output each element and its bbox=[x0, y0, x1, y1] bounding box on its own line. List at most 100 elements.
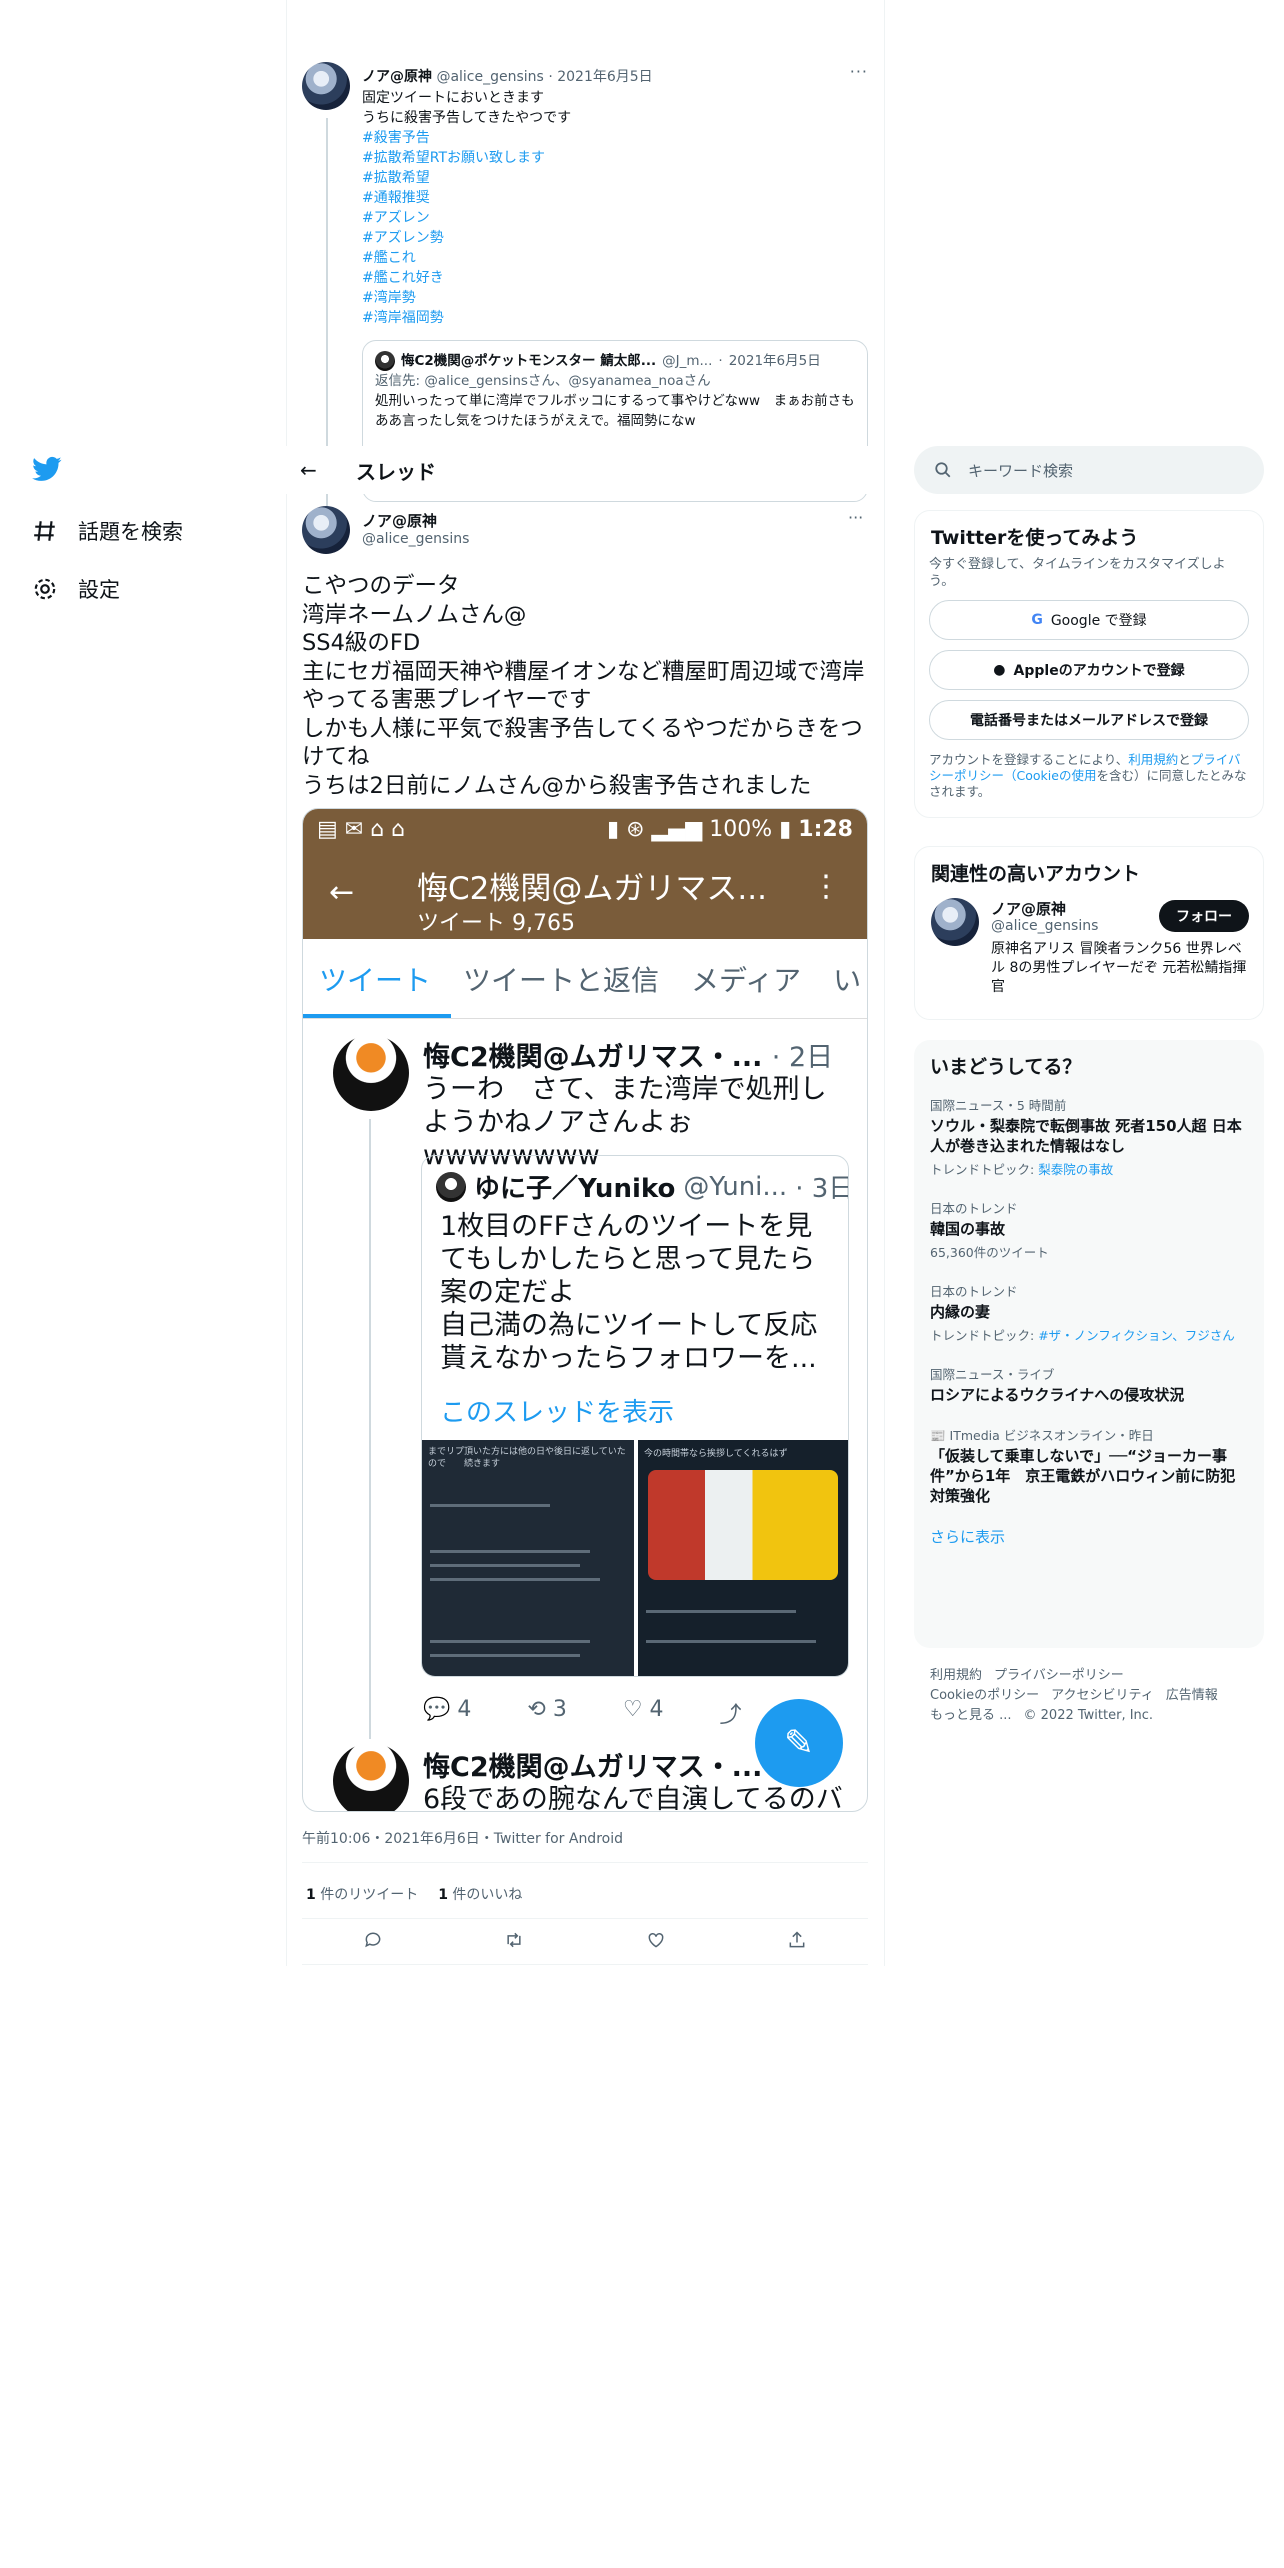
back-arrow-icon[interactable]: ← bbox=[300, 458, 340, 482]
quote-date: 2021年6月5日 bbox=[728, 353, 821, 369]
hashtag-link[interactable]: #拡散希望 bbox=[362, 168, 571, 188]
back-arrow-icon: ← bbox=[329, 875, 355, 910]
quote-image-1: までリプ頂いた方には他の日や後日に返していたので 続きます bbox=[422, 1440, 634, 1676]
author-name: 悔C2機関@ムガリマス・... bbox=[423, 1042, 763, 1073]
cookie-link[interactable]: （Cookieの使用 bbox=[1004, 768, 1096, 783]
hashtag-link[interactable]: #拡散希望RTお願い致します bbox=[362, 148, 571, 168]
trend-topic-link[interactable]: 梨泰院の事故 bbox=[1038, 1162, 1113, 1177]
avatar[interactable] bbox=[302, 62, 350, 110]
hashtag-icon bbox=[34, 521, 55, 541]
footer-link[interactable]: プライバシーポリシー bbox=[994, 1668, 1124, 1683]
footer-link[interactable]: 広告情報 bbox=[1166, 1688, 1218, 1703]
search-input[interactable]: キーワード検索 bbox=[914, 446, 1264, 494]
twitter-logo-icon[interactable] bbox=[32, 454, 62, 484]
footer-link[interactable]: アクセシビリティ bbox=[1051, 1688, 1154, 1703]
trends-card: いまどうしてる？ 国際ニュース・5 時間前 ソウル・梨泰院で転倒事故 死者150… bbox=[914, 1040, 1264, 1648]
image-caption: 今の時間帯なら挨拶してくれるはず bbox=[644, 1449, 788, 1459]
thread-line bbox=[369, 1119, 371, 1739]
gear-icon bbox=[34, 578, 56, 600]
hashtag-link[interactable]: #アズレン勢 bbox=[362, 228, 571, 248]
image-caption: までリプ頂いた方には他の日や後日に返していたので 続きます bbox=[428, 1447, 626, 1469]
quote-author-name: 悔C2機関@ポケットモンスター 鯖太郎... bbox=[401, 353, 657, 369]
trend-item[interactable]: 日本のトレンド 韓国の事故 65,360件のツイート bbox=[914, 1182, 1264, 1265]
like-count-link[interactable]: 1 件のいいね bbox=[438, 1884, 522, 1904]
reply-icon[interactable] bbox=[363, 1930, 383, 1950]
terms-link[interactable]: 利用規約 bbox=[1128, 752, 1178, 767]
tweet-date[interactable]: 2021年6月5日 bbox=[557, 69, 652, 85]
nav-explore[interactable]: 話題を検索 bbox=[32, 516, 183, 546]
phone-signup-button[interactable]: 電話番号またはメールアドレスで登録 bbox=[929, 700, 1249, 740]
apple-icon: ● bbox=[993, 662, 1006, 678]
hashtag-link[interactable]: #殺害予告 bbox=[362, 128, 571, 148]
more-icon[interactable]: ··· bbox=[850, 62, 868, 81]
tweet-image[interactable]: ▤ ✉ ⌂ ⌂ ▮ ⊛ ▂▄▆ 100% ▮ 1:28 ← 悔C2機関@ムガリマ… bbox=[302, 808, 868, 1812]
engagement-counts: 1 件のリツイート 1 件のいいね bbox=[306, 1884, 522, 1904]
footer-link[interactable]: 利用規約 bbox=[930, 1668, 982, 1683]
footer: 利用規約 プライバシーポリシー Cookieのポリシー アクセシビリティ 広告情報 も… bbox=[930, 1666, 1260, 1726]
author-handle[interactable]: @alice_gensins bbox=[436, 69, 543, 85]
screenshot-author: 悔C2機関@ムガリマス・... · 2日 bbox=[423, 1035, 833, 1074]
hashtag-link[interactable]: #艦これ bbox=[362, 248, 571, 268]
quote-age: · 3日 bbox=[795, 1174, 849, 1204]
author-handle[interactable]: @alice_gensins bbox=[362, 531, 469, 547]
trend-item[interactable]: 📰 ITmedia ビジネスオンライン・昨日 「仮装して乗車しないで」──“ジョ… bbox=[914, 1409, 1264, 1510]
tweet-line: 固定ツイートにおいときます bbox=[362, 90, 544, 106]
trend-count: 65,360件のツイート bbox=[930, 1245, 1049, 1260]
retweet-count-link[interactable]: 1 件のリツイート bbox=[306, 1884, 418, 1904]
trend-item[interactable]: 国際ニュース・5 時間前 ソウル・梨泰院で転倒事故 死者150人超 日本人が巻き… bbox=[914, 1079, 1264, 1182]
follow-button[interactable]: フォロー bbox=[1159, 900, 1249, 932]
account-handle[interactable]: @alice_gensins bbox=[991, 918, 1098, 934]
quote-avatar bbox=[375, 351, 395, 371]
like-icon[interactable] bbox=[646, 1930, 666, 1950]
trend-context: 日本のトレンド bbox=[930, 1201, 1018, 1216]
google-signup-button[interactable]: G Google で登録 bbox=[929, 600, 1249, 640]
avatar[interactable] bbox=[931, 898, 979, 946]
quote-header: ゆに子／Yuniko @Yuni... · 3日 bbox=[436, 1168, 849, 1205]
quote-author-handle: @J_m... bbox=[662, 353, 713, 369]
footer-link[interactable]: もっと見る ... bbox=[930, 1708, 1012, 1723]
show-more-link[interactable]: さらに表示 bbox=[914, 1510, 1264, 1565]
overflow-menu-icon: ⋮ bbox=[811, 869, 841, 904]
show-thread-link: このスレッドを表示 bbox=[440, 1398, 675, 1428]
hashtag-link[interactable]: #通報推奨 bbox=[362, 188, 571, 208]
quote-image-2: 今の時間帯なら挨拶してくれるはず bbox=[638, 1440, 848, 1676]
nav-settings[interactable]: 設定 bbox=[32, 574, 120, 604]
divider bbox=[302, 1862, 868, 1863]
more-icon[interactable]: ··· bbox=[848, 508, 863, 527]
hashtag-link[interactable]: #艦これ好き bbox=[362, 268, 571, 288]
trend-title: 韓国の事故 bbox=[930, 1220, 1006, 1238]
account-name[interactable]: ノア@原神 bbox=[991, 898, 1066, 919]
hashtag-link[interactable]: #湾岸福岡勢 bbox=[362, 308, 571, 328]
quote-text: 処刑いったって単に湾岸でフルボッコにするって事やけどなww まぁお前さもああ言っ… bbox=[375, 393, 855, 429]
hashtag-link[interactable]: #アズレン bbox=[362, 208, 571, 228]
parent-tweet[interactable]: ノア@原神 @alice_gensins · 2021年6月5日 ··· 固定ツ… bbox=[302, 62, 868, 508]
author-name[interactable]: ノア@原神 bbox=[362, 69, 432, 85]
google-signup-label: Google で登録 bbox=[1050, 613, 1147, 629]
tab-replies: ツイートと返信 bbox=[463, 963, 660, 997]
screenshot-next-tweet: 悔C2機関@ムガリマス・... 6段であの腕なんで自演してるのバ bbox=[303, 1739, 867, 1812]
status-right: ▮ ⊛ ▂▄▆ 100% ▮ 1:28 bbox=[606, 816, 853, 842]
trend-context: 国際ニュース・5 時間前 bbox=[930, 1098, 1067, 1113]
quote-avatar bbox=[436, 1171, 466, 1202]
related-account[interactable]: ノア@原神 @alice_gensins 原神名アリス 冒険者ランク56 世界レ… bbox=[915, 886, 1263, 996]
signup-terms: アカウントを登録することにより、利用規約とプライバシーポリシー（Cookieの使… bbox=[929, 752, 1247, 799]
tweet-timestamp[interactable]: 午前10:06・2021年6月6日・Twitter for Android bbox=[302, 1828, 623, 1848]
screenshot-quote: ゆに子／Yuniko @Yuni... · 3日 1枚目のFFさんのツイートを見… bbox=[421, 1155, 849, 1677]
trend-item[interactable]: 日本のトレンド 内縁の妻 トレンドトピック: #ザ・ノンフィクション、フジさん bbox=[914, 1265, 1264, 1348]
trend-item[interactable]: 国際ニュース・ライブ ロシアによるウクライナへの侵攻状況 bbox=[914, 1348, 1264, 1409]
next-text: 6段であの腕なんで自演してるのバ bbox=[423, 1784, 843, 1812]
apple-signup-button[interactable]: ● Appleのアカウントで登録 bbox=[929, 650, 1249, 690]
avatar[interactable] bbox=[302, 506, 350, 554]
trend-context: 国際ニュース・ライブ bbox=[930, 1367, 1055, 1382]
profile-appbar: ← 悔C2機関@ムガリマス... ツイート 9,765 ⋮ bbox=[303, 849, 867, 939]
trend-title: 「仮装して乗車しないで」──“ジョーカー事件”から1年 京王電鉄がハロウィン前に… bbox=[930, 1447, 1236, 1505]
trend-topic-link[interactable]: #ザ・ノンフィクション、フジさん bbox=[1038, 1328, 1235, 1343]
author-name[interactable]: ノア@原神 bbox=[362, 510, 437, 531]
retweet-icon[interactable] bbox=[504, 1930, 524, 1950]
trend-topic: トレンドトピック: 梨泰院の事故 bbox=[930, 1162, 1114, 1177]
tab-media: メディア bbox=[691, 963, 802, 997]
tweet-header: ノア@原神 @alice_gensins · 2021年6月5日 bbox=[362, 69, 653, 85]
share-icon[interactable] bbox=[787, 1930, 807, 1950]
footer-link[interactable]: Cookieのポリシー bbox=[930, 1688, 1039, 1703]
hashtag-link[interactable]: #湾岸勢 bbox=[362, 288, 571, 308]
